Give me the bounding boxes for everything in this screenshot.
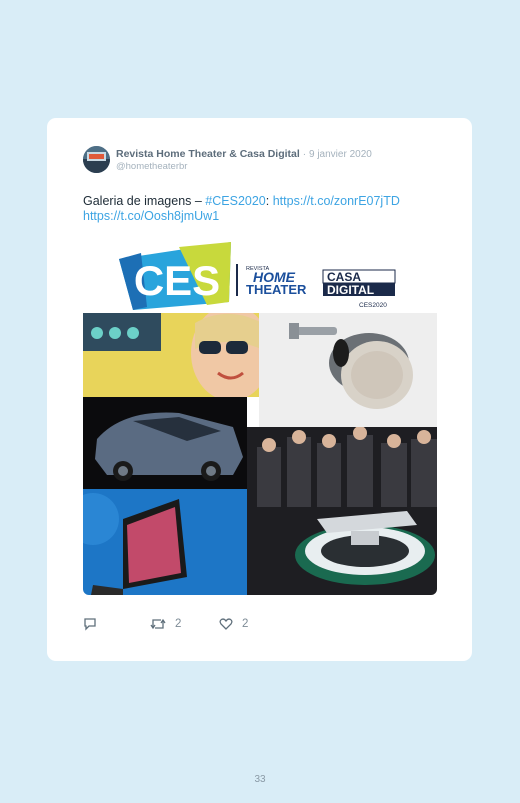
tweet-header: Revista Home Theater & Casa Digital · 9 …: [116, 148, 372, 160]
digital-label: DIGITAL: [327, 283, 374, 297]
author-avatar[interactable]: [83, 146, 110, 173]
separator: ·: [302, 149, 307, 160]
ces-banner-image: CES REVISTA HOME THEATER CASA DIGITAL CE…: [83, 239, 437, 313]
heart-icon: [219, 618, 233, 630]
like-button[interactable]: 2: [219, 617, 248, 631]
flying-car-photo: [247, 427, 437, 595]
theater-label: THEATER: [246, 282, 307, 297]
tweet-date[interactable]: 9 janvier 2020: [309, 149, 372, 160]
text-colon: :: [265, 194, 270, 208]
page-number: 33: [254, 774, 266, 785]
tweet-media[interactable]: CES REVISTA HOME THEATER CASA DIGITAL CE…: [83, 239, 437, 595]
author-name[interactable]: Revista Home Theater & Casa Digital: [116, 148, 300, 160]
retweet-button[interactable]: 2: [150, 617, 181, 631]
smart-glasses-photo: [83, 313, 259, 397]
tweet-card: Revista Home Theater & Casa Digital · 9 …: [47, 118, 472, 661]
text-prefix: Galeria de imagens –: [83, 194, 206, 208]
retweet-icon: [150, 618, 166, 630]
author-handle[interactable]: @hometheaterbr: [116, 161, 187, 172]
suv-car-photo: [83, 397, 247, 489]
shower-head-photo: [259, 313, 437, 427]
url-link-1[interactable]: https://t.co/zonrE07jTD: [273, 194, 400, 208]
hashtag-link[interactable]: #CES2020: [205, 194, 265, 208]
url-link-2[interactable]: https://t.co/Oosh8jmUw1: [83, 209, 219, 223]
ces-logo-text: CES: [134, 257, 220, 304]
tweet-actions: 2 2: [83, 617, 383, 633]
ces2020-label: CES2020: [359, 302, 387, 309]
casa-label: CASA: [327, 270, 361, 284]
reply-icon: [84, 618, 96, 631]
folding-laptop-photo: [83, 489, 247, 595]
like-count: 2: [242, 618, 249, 630]
retweet-count: 2: [175, 618, 182, 630]
tweet-text: Galeria de imagens – #CES2020: https://t…: [83, 194, 443, 224]
reply-button[interactable]: [83, 617, 97, 631]
